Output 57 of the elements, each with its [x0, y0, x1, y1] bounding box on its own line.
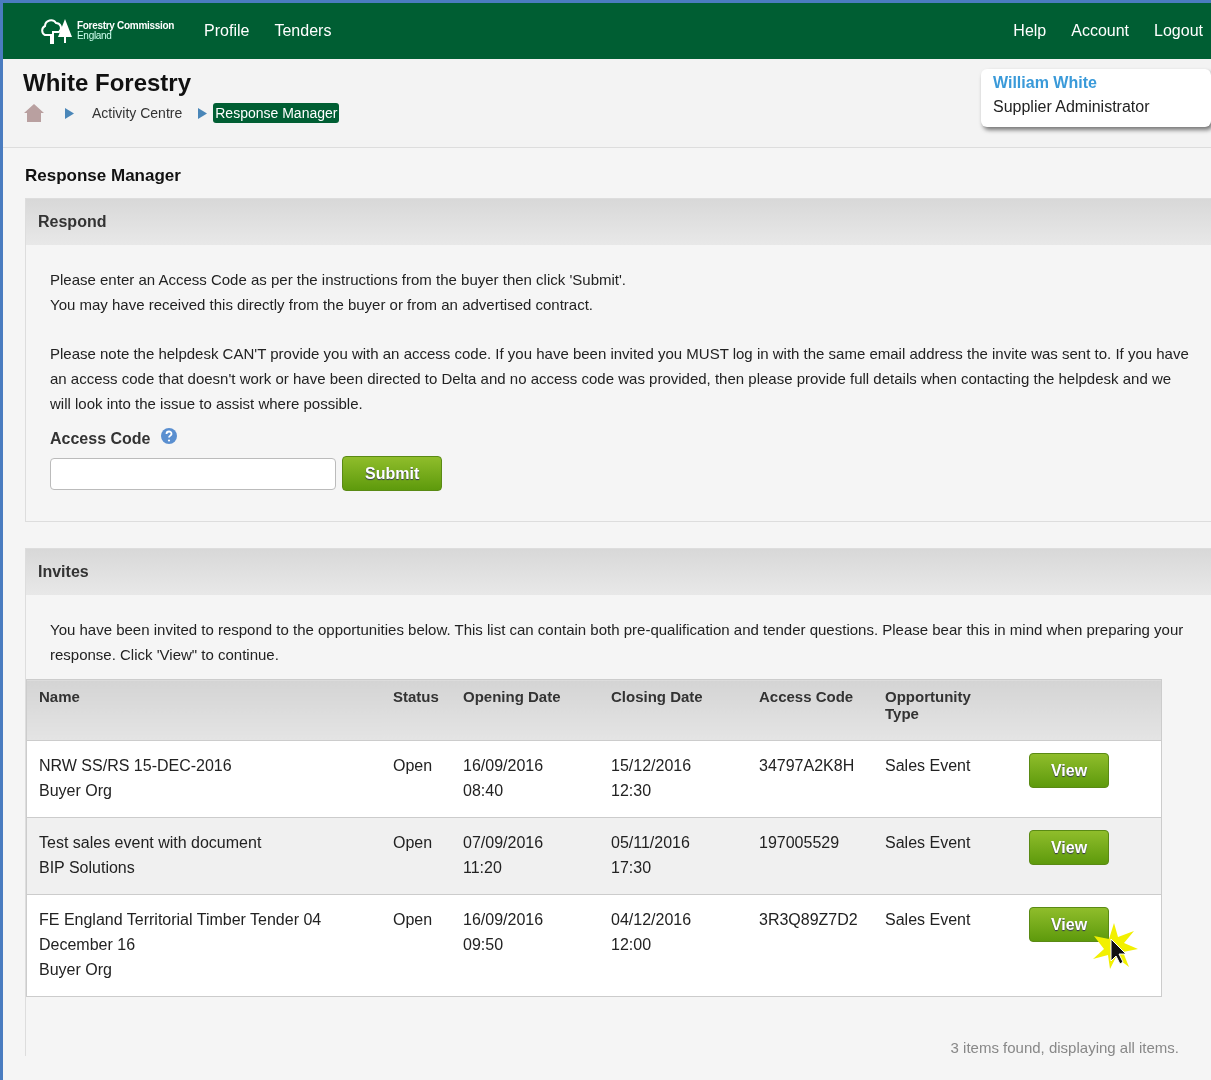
home-icon[interactable] — [23, 103, 45, 123]
table-cell-text: FE England Territorial Timber Tender 04 December 16 — [39, 910, 323, 955]
table-cell: Sales Event — [885, 834, 971, 851]
table-cell: 197005529 — [759, 834, 840, 851]
organisation-title: White Forestry — [23, 69, 193, 97]
arrow-icon — [198, 107, 208, 119]
instructions-text: Please note the helpdesk CAN'T provide you with an access code. If you have been invited you MUST log in with the same email address the invite was sent to. If you have an access code that doesn't work or have been directed to Delta and no access code was provided, then please provide full details when contacting the helpdesk and we will look into the issue to assist where possible. — [50, 344, 1190, 414]
instructions-text: Please enter an Access Code as per the instructions from the buyer then click 'Submit'. You may have received this directly from the buyer or from an advertised contract. — [50, 270, 627, 315]
logo-text: Forestry Commission England — [77, 21, 175, 41]
table-cell-text: 09:50 — [463, 935, 505, 955]
table-cell-text: Buyer Org — [39, 960, 113, 980]
table-cell: 34797A2K8H — [759, 757, 855, 774]
table-cell-text: 04/12/2016 — [611, 910, 693, 930]
nav-link[interactable]: Help — [1013, 22, 1047, 40]
field-label: Access Code — [50, 430, 151, 448]
table-cell-text: 17:30 — [611, 858, 653, 878]
intro-text: You have been invited to respond to the opportunities below. This list can contain both pre-qualification and tender questions. Please bear this in mind when preparing your response. Click 'View" to continue. — [49, 620, 1185, 665]
column-header: Access Code — [747, 679, 873, 741]
breadcrumb-link[interactable]: Activity Centre — [90, 103, 185, 123]
column-header: Name — [26, 679, 381, 741]
panel-heading: Respond — [26, 199, 1211, 245]
table-cell: Open — [393, 757, 433, 774]
breadcrumb-link[interactable]: Response Manager — [213, 103, 340, 123]
column-header: Opportunity Type — [873, 679, 1017, 741]
table-cell-text: BIP Solutions — [39, 858, 136, 878]
column-header: Opening Date — [451, 679, 599, 741]
table-cell: Open — [393, 911, 433, 928]
table-cell-text: Buyer Org — [39, 781, 113, 801]
table-cell-text: 16/09/2016 — [463, 910, 545, 930]
panel-heading: Invites — [26, 549, 1211, 595]
table-cell: Sales Event — [885, 757, 971, 774]
nav-link[interactable]: Logout — [1154, 22, 1203, 40]
column-header: Status — [381, 679, 451, 741]
table-cell: Sales Event — [885, 911, 971, 928]
user-role: Supplier Administrator — [993, 98, 1151, 116]
table-cell-text: Test sales event with document — [39, 833, 263, 853]
table-cell-text: 16/09/2016 — [463, 756, 545, 776]
help-icon[interactable] — [160, 428, 177, 444]
table-cell-text: 08:40 — [463, 781, 505, 801]
table-cell-text: 12:30 — [611, 781, 653, 801]
table-cell: Open — [393, 834, 433, 851]
table-cell-text: NRW SS/RS 15-DEC-2016 — [39, 756, 233, 776]
column-header: Closing Date — [599, 679, 747, 741]
nav-link[interactable]: Tenders — [274, 22, 332, 40]
access-code-field[interactable] — [50, 457, 336, 490]
table-cell-text: 12:00 — [611, 935, 653, 955]
arrow-icon — [65, 107, 74, 119]
results-count: 3 items found, displaying all items. — [949, 1039, 1180, 1056]
table-cell-text: 05/11/2016 — [611, 833, 691, 853]
page-title: Response Manager — [25, 166, 182, 186]
table-cell-text: 15/12/2016 — [611, 756, 693, 776]
table-cell: 3R3Q89Z7D2 — [759, 911, 858, 928]
nav-link[interactable]: Account — [1071, 22, 1130, 40]
table-cell-text: 11:20 — [463, 858, 503, 878]
table-cell-text: 07/09/2016 — [463, 833, 545, 853]
nav-link[interactable]: Profile — [204, 22, 250, 40]
tree-logo-icon — [41, 17, 73, 45]
